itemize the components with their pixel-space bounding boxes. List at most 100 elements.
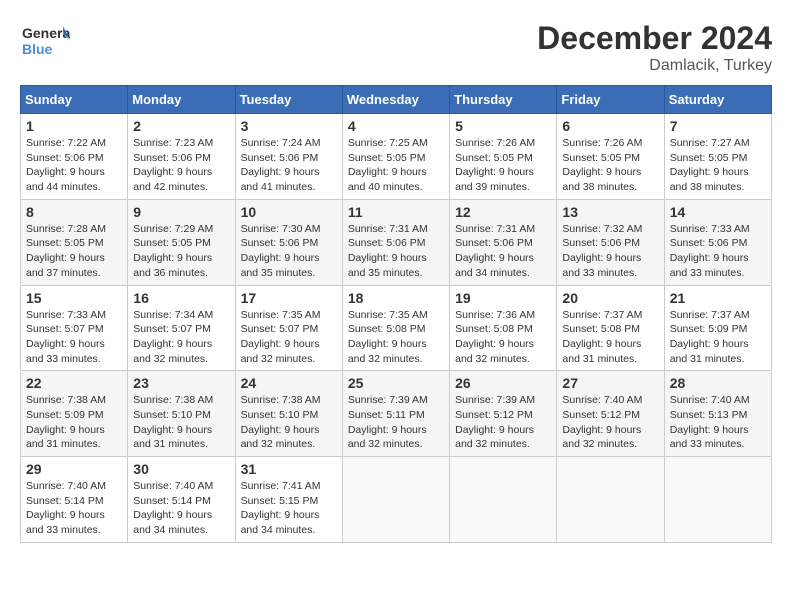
calendar-week-5: 29 Sunrise: 7:40 AM Sunset: 5:14 PM Dayl… [21, 457, 772, 543]
day-info: Sunrise: 7:35 AM Sunset: 5:07 PM Dayligh… [241, 308, 337, 367]
day-number: 25 [348, 375, 444, 391]
col-sunday: Sunday [21, 86, 128, 114]
calendar-day-13: 13 Sunrise: 7:32 AM Sunset: 5:06 PM Dayl… [557, 199, 664, 285]
day-info: Sunrise: 7:33 AM Sunset: 5:07 PM Dayligh… [26, 308, 122, 367]
calendar-day-26: 26 Sunrise: 7:39 AM Sunset: 5:12 PM Dayl… [450, 371, 557, 457]
calendar-day-22: 22 Sunrise: 7:38 AM Sunset: 5:09 PM Dayl… [21, 371, 128, 457]
title-area: December 2024 Damlacik, Turkey [537, 20, 772, 75]
logo-svg: General Blue [20, 20, 70, 64]
calendar-week-2: 8 Sunrise: 7:28 AM Sunset: 5:05 PM Dayli… [21, 199, 772, 285]
day-number: 22 [26, 375, 122, 391]
day-info: Sunrise: 7:41 AM Sunset: 5:15 PM Dayligh… [241, 479, 337, 538]
day-number: 13 [562, 204, 658, 220]
day-info: Sunrise: 7:39 AM Sunset: 5:11 PM Dayligh… [348, 393, 444, 452]
calendar-day-9: 9 Sunrise: 7:29 AM Sunset: 5:05 PM Dayli… [128, 199, 235, 285]
calendar-day-20: 20 Sunrise: 7:37 AM Sunset: 5:08 PM Dayl… [557, 285, 664, 371]
day-number: 6 [562, 118, 658, 134]
day-info: Sunrise: 7:36 AM Sunset: 5:08 PM Dayligh… [455, 308, 551, 367]
day-info: Sunrise: 7:39 AM Sunset: 5:12 PM Dayligh… [455, 393, 551, 452]
calendar-day-14: 14 Sunrise: 7:33 AM Sunset: 5:06 PM Dayl… [664, 199, 771, 285]
day-number: 11 [348, 204, 444, 220]
day-info: Sunrise: 7:29 AM Sunset: 5:05 PM Dayligh… [133, 222, 229, 281]
day-info: Sunrise: 7:31 AM Sunset: 5:06 PM Dayligh… [455, 222, 551, 281]
day-info: Sunrise: 7:33 AM Sunset: 5:06 PM Dayligh… [670, 222, 766, 281]
day-info: Sunrise: 7:22 AM Sunset: 5:06 PM Dayligh… [26, 136, 122, 195]
col-friday: Friday [557, 86, 664, 114]
day-info: Sunrise: 7:38 AM Sunset: 5:09 PM Dayligh… [26, 393, 122, 452]
calendar-day-8: 8 Sunrise: 7:28 AM Sunset: 5:05 PM Dayli… [21, 199, 128, 285]
calendar-week-3: 15 Sunrise: 7:33 AM Sunset: 5:07 PM Dayl… [21, 285, 772, 371]
day-info: Sunrise: 7:23 AM Sunset: 5:06 PM Dayligh… [133, 136, 229, 195]
day-info: Sunrise: 7:40 AM Sunset: 5:14 PM Dayligh… [26, 479, 122, 538]
day-info: Sunrise: 7:38 AM Sunset: 5:10 PM Dayligh… [241, 393, 337, 452]
calendar-day-27: 27 Sunrise: 7:40 AM Sunset: 5:12 PM Dayl… [557, 371, 664, 457]
calendar-day-6: 6 Sunrise: 7:26 AM Sunset: 5:05 PM Dayli… [557, 114, 664, 200]
day-info: Sunrise: 7:40 AM Sunset: 5:14 PM Dayligh… [133, 479, 229, 538]
day-number: 29 [26, 461, 122, 477]
calendar-day-24: 24 Sunrise: 7:38 AM Sunset: 5:10 PM Dayl… [235, 371, 342, 457]
calendar-day-31: 31 Sunrise: 7:41 AM Sunset: 5:15 PM Dayl… [235, 457, 342, 543]
day-info: Sunrise: 7:27 AM Sunset: 5:05 PM Dayligh… [670, 136, 766, 195]
day-info: Sunrise: 7:28 AM Sunset: 5:05 PM Dayligh… [26, 222, 122, 281]
month-title: December 2024 [537, 20, 772, 57]
location-title: Damlacik, Turkey [537, 57, 772, 75]
day-number: 1 [26, 118, 122, 134]
day-number: 10 [241, 204, 337, 220]
day-number: 7 [670, 118, 766, 134]
calendar-day-1: 1 Sunrise: 7:22 AM Sunset: 5:06 PM Dayli… [21, 114, 128, 200]
calendar-day-30: 30 Sunrise: 7:40 AM Sunset: 5:14 PM Dayl… [128, 457, 235, 543]
day-number: 30 [133, 461, 229, 477]
day-number: 2 [133, 118, 229, 134]
empty-cell [557, 457, 664, 543]
calendar-table: Sunday Monday Tuesday Wednesday Thursday… [20, 85, 772, 543]
calendar-day-18: 18 Sunrise: 7:35 AM Sunset: 5:08 PM Dayl… [342, 285, 449, 371]
calendar-day-12: 12 Sunrise: 7:31 AM Sunset: 5:06 PM Dayl… [450, 199, 557, 285]
calendar-day-25: 25 Sunrise: 7:39 AM Sunset: 5:11 PM Dayl… [342, 371, 449, 457]
col-thursday: Thursday [450, 86, 557, 114]
svg-text:General: General [22, 25, 70, 41]
day-number: 12 [455, 204, 551, 220]
empty-cell [664, 457, 771, 543]
calendar-day-19: 19 Sunrise: 7:36 AM Sunset: 5:08 PM Dayl… [450, 285, 557, 371]
col-wednesday: Wednesday [342, 86, 449, 114]
empty-cell [450, 457, 557, 543]
day-info: Sunrise: 7:30 AM Sunset: 5:06 PM Dayligh… [241, 222, 337, 281]
day-number: 9 [133, 204, 229, 220]
empty-cell [342, 457, 449, 543]
day-number: 3 [241, 118, 337, 134]
calendar-day-4: 4 Sunrise: 7:25 AM Sunset: 5:05 PM Dayli… [342, 114, 449, 200]
day-info: Sunrise: 7:40 AM Sunset: 5:13 PM Dayligh… [670, 393, 766, 452]
day-number: 24 [241, 375, 337, 391]
day-number: 17 [241, 290, 337, 306]
day-info: Sunrise: 7:35 AM Sunset: 5:08 PM Dayligh… [348, 308, 444, 367]
calendar-day-28: 28 Sunrise: 7:40 AM Sunset: 5:13 PM Dayl… [664, 371, 771, 457]
calendar-day-7: 7 Sunrise: 7:27 AM Sunset: 5:05 PM Dayli… [664, 114, 771, 200]
day-number: 5 [455, 118, 551, 134]
day-number: 21 [670, 290, 766, 306]
logo: General Blue [20, 20, 70, 64]
day-number: 26 [455, 375, 551, 391]
day-info: Sunrise: 7:32 AM Sunset: 5:06 PM Dayligh… [562, 222, 658, 281]
calendar-day-2: 2 Sunrise: 7:23 AM Sunset: 5:06 PM Dayli… [128, 114, 235, 200]
day-info: Sunrise: 7:38 AM Sunset: 5:10 PM Dayligh… [133, 393, 229, 452]
calendar-day-11: 11 Sunrise: 7:31 AM Sunset: 5:06 PM Dayl… [342, 199, 449, 285]
day-info: Sunrise: 7:40 AM Sunset: 5:12 PM Dayligh… [562, 393, 658, 452]
calendar-day-21: 21 Sunrise: 7:37 AM Sunset: 5:09 PM Dayl… [664, 285, 771, 371]
day-number: 15 [26, 290, 122, 306]
calendar-day-17: 17 Sunrise: 7:35 AM Sunset: 5:07 PM Dayl… [235, 285, 342, 371]
calendar-day-3: 3 Sunrise: 7:24 AM Sunset: 5:06 PM Dayli… [235, 114, 342, 200]
day-info: Sunrise: 7:25 AM Sunset: 5:05 PM Dayligh… [348, 136, 444, 195]
col-monday: Monday [128, 86, 235, 114]
day-number: 18 [348, 290, 444, 306]
day-number: 31 [241, 461, 337, 477]
calendar-day-23: 23 Sunrise: 7:38 AM Sunset: 5:10 PM Dayl… [128, 371, 235, 457]
day-info: Sunrise: 7:26 AM Sunset: 5:05 PM Dayligh… [455, 136, 551, 195]
day-number: 19 [455, 290, 551, 306]
calendar-day-5: 5 Sunrise: 7:26 AM Sunset: 5:05 PM Dayli… [450, 114, 557, 200]
calendar-day-10: 10 Sunrise: 7:30 AM Sunset: 5:06 PM Dayl… [235, 199, 342, 285]
calendar-week-1: 1 Sunrise: 7:22 AM Sunset: 5:06 PM Dayli… [21, 114, 772, 200]
svg-text:Blue: Blue [22, 41, 53, 57]
day-number: 28 [670, 375, 766, 391]
day-number: 23 [133, 375, 229, 391]
day-info: Sunrise: 7:24 AM Sunset: 5:06 PM Dayligh… [241, 136, 337, 195]
